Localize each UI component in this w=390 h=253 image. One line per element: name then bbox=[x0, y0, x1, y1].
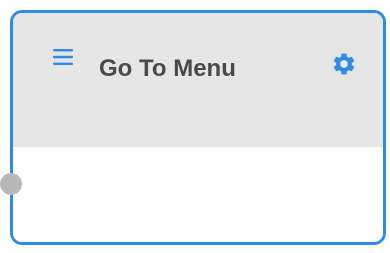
gear-icon[interactable] bbox=[331, 51, 357, 77]
node-header: Go To Menu bbox=[13, 13, 383, 147]
flow-canvas[interactable]: Go To Menu bbox=[0, 0, 390, 253]
hamburger-menu-icon bbox=[53, 49, 73, 65]
input-connection-port[interactable] bbox=[0, 173, 22, 195]
node-body bbox=[13, 147, 383, 242]
go-to-menu-node[interactable]: Go To Menu bbox=[10, 10, 386, 245]
node-title: Go To Menu bbox=[99, 55, 236, 82]
